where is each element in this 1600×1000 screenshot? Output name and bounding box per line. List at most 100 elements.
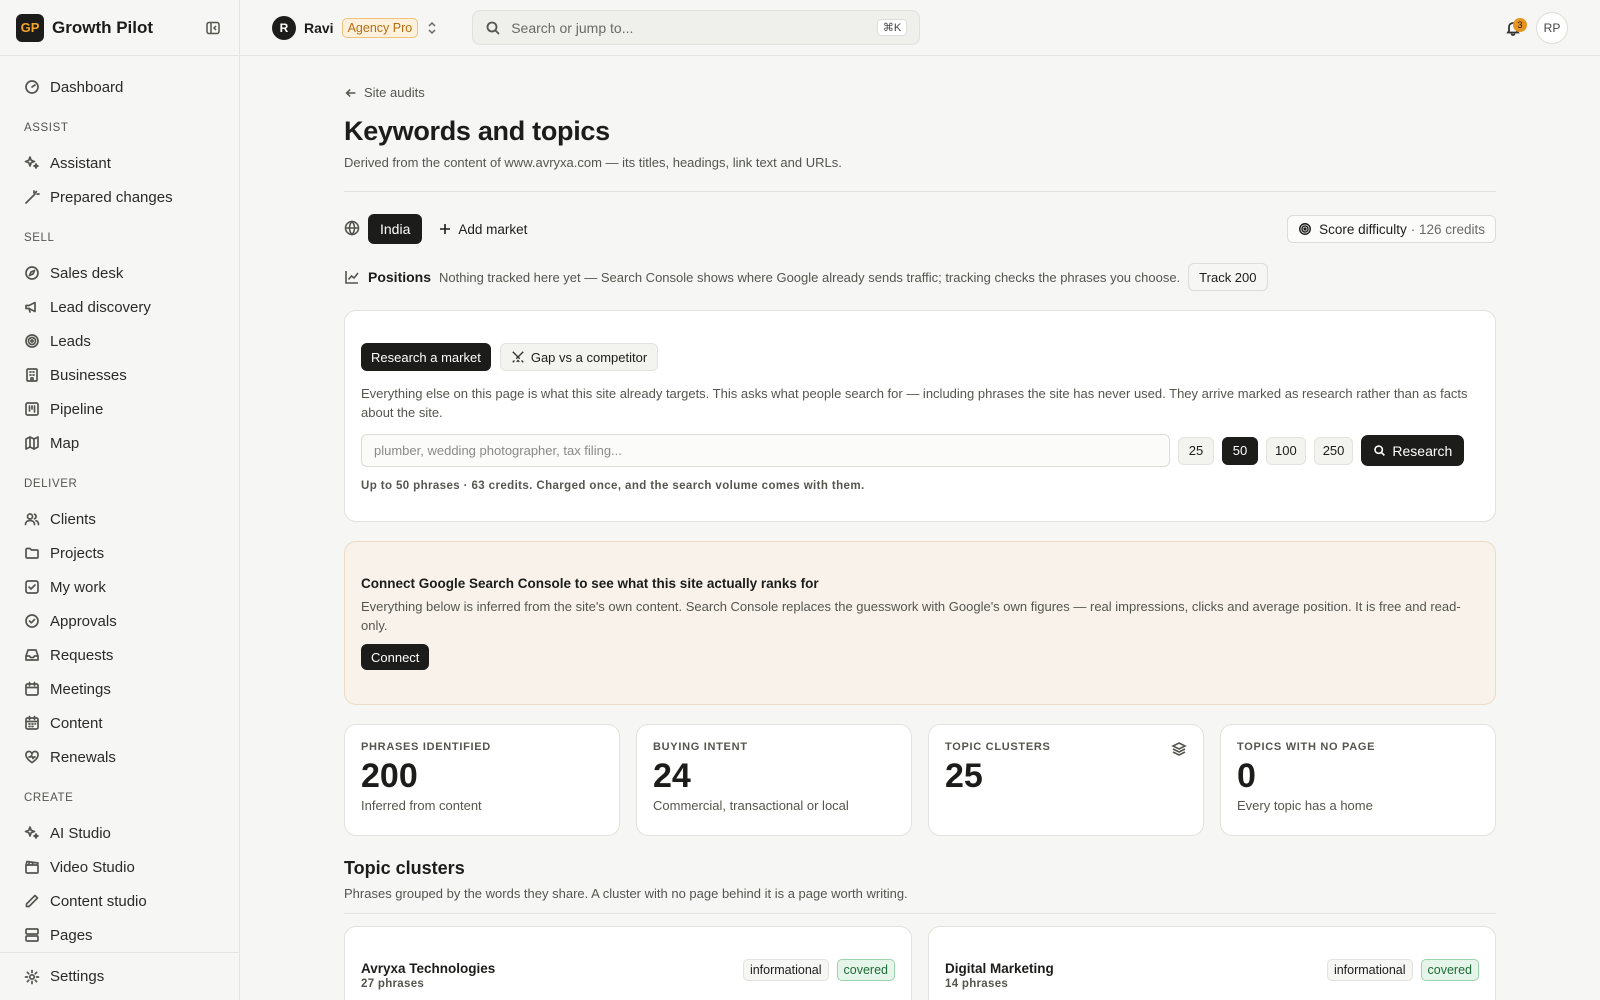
workspace-name[interactable]: Ravi <box>304 20 334 36</box>
cluster-card[interactable]: Avryxa Technologies 27 phrases informati… <box>344 926 912 1000</box>
add-market-label: Add market <box>458 221 528 237</box>
kanban-icon <box>25 402 39 416</box>
sidebar-item-sales-desk[interactable]: Sales desk <box>16 256 223 290</box>
sidebar-nav: Dashboard ASSIST Assistant Prepared chan… <box>0 56 239 952</box>
status-badge: covered <box>836 959 895 981</box>
track-button[interactable]: Track 200 <box>1188 263 1268 291</box>
research-controls: 25 50 100 250 Research <box>361 434 1479 467</box>
sidebar-item-content[interactable]: Content <box>16 706 223 740</box>
stat-value: 25 <box>945 757 983 795</box>
gear-icon <box>24 969 40 984</box>
sidebar-item-label: Lead discovery <box>50 298 151 316</box>
market-tab-india[interactable]: India <box>368 214 423 244</box>
sidebar-item-label: Clients <box>50 510 96 528</box>
gauge-icon <box>25 80 39 94</box>
swords-icon <box>512 351 524 363</box>
sidebar-item-approvals[interactable]: Approvals <box>16 604 223 638</box>
divider <box>344 191 1496 192</box>
breadcrumb[interactable]: Site audits <box>344 85 1496 100</box>
search-bar[interactable]: Search or jump to... ⌘K <box>472 10 921 45</box>
sidebar-item-dashboard[interactable]: Dashboard <box>16 70 223 104</box>
gsc-title: Connect Google Search Console to see wha… <box>361 576 819 591</box>
brand-logo[interactable]: GP <box>16 13 44 42</box>
sidebar-item-ai-studio[interactable]: AI Studio <box>16 816 223 850</box>
search-icon <box>1374 445 1386 456</box>
sidebar-item-lead-discovery[interactable]: Lead discovery <box>16 290 223 324</box>
sidebar-item-clients[interactable]: Clients <box>16 502 223 536</box>
sidebar-item-my-work[interactable]: My work <box>16 570 223 604</box>
sidebar-item-label: Renewals <box>50 748 116 766</box>
cluster-badges: informational covered <box>1326 959 1479 981</box>
research-button-label: Research <box>1392 442 1453 459</box>
divider <box>344 913 1496 914</box>
positions-label: Positions <box>368 269 432 285</box>
tab-research-market[interactable]: Research a market <box>361 343 491 371</box>
nav-section-deliver: DELIVER <box>24 478 78 490</box>
sidebar-item-pages[interactable]: Pages <box>16 918 223 952</box>
research-card: Research a market Gap vs a competitor Ev… <box>344 310 1496 522</box>
section-title: Topic clusters <box>344 858 465 878</box>
research-input[interactable] <box>361 434 1170 467</box>
sidebar-item-content-studio[interactable]: Content studio <box>16 884 223 918</box>
gsc-description: Everything below is inferred from the si… <box>361 599 1461 633</box>
sidebar-item-video-studio[interactable]: Video Studio <box>16 850 223 884</box>
sidebar-item-pipeline[interactable]: Pipeline <box>16 392 223 426</box>
compass-icon <box>25 266 39 280</box>
sidebar-collapse-button[interactable] <box>203 18 223 38</box>
sidebar-item-label: Businesses <box>50 366 127 384</box>
count-option-100[interactable]: 100 <box>1266 436 1306 465</box>
sparkles-icon <box>24 826 39 839</box>
sidebar-item-renewals[interactable]: Renewals <box>16 740 223 774</box>
breadcrumb-link[interactable]: Site audits <box>364 85 425 100</box>
brand: GP Growth Pilot <box>0 0 239 56</box>
stat-topics-no-page: TOPICS WITH NO PAGE 0 Every topic has a … <box>1220 724 1496 836</box>
line-chart-icon <box>345 271 359 284</box>
tab-gap-competitor[interactable]: Gap vs a competitor <box>499 343 659 371</box>
sidebar-item-leads[interactable]: Leads <box>16 324 223 358</box>
research-button[interactable]: Research <box>1361 435 1465 466</box>
workspace-switcher[interactable] <box>426 21 440 35</box>
sidebar-item-businesses[interactable]: Businesses <box>16 358 223 392</box>
brand-name[interactable]: Growth Pilot <box>52 18 153 38</box>
gsc-callout: Connect Google Search Console to see wha… <box>344 541 1496 705</box>
sidebar-item-assistant[interactable]: Assistant <box>16 146 223 180</box>
target-icon <box>25 334 39 348</box>
score-difficulty-button[interactable]: Score difficulty · 126 credits <box>1287 215 1496 243</box>
cluster-card[interactable]: Digital Marketing 14 phrases information… <box>928 926 1496 1000</box>
sidebar-item-settings[interactable]: Settings <box>16 960 104 994</box>
research-description: Everything else on this page is what thi… <box>361 386 1468 420</box>
connect-button[interactable]: Connect <box>361 644 430 670</box>
nav-section-create: CREATE <box>24 792 74 804</box>
sidebar-footer: Settings <box>0 952 239 1000</box>
count-option-25[interactable]: 25 <box>1178 436 1214 465</box>
stat-value: 200 <box>361 757 418 795</box>
globe-icon <box>344 219 360 239</box>
sidebar-item-map[interactable]: Map <box>16 426 223 460</box>
count-option-250[interactable]: 250 <box>1313 436 1354 465</box>
notifications-button[interactable]: 3 <box>1502 17 1527 39</box>
sidebar-item-projects[interactable]: Projects <box>16 536 223 570</box>
page-subtitle: Derived from the content of www.avryxa.c… <box>344 155 842 170</box>
positions-row: Positions Nothing tracked here yet — Sea… <box>344 263 1496 291</box>
folder-icon <box>25 547 39 559</box>
heart-icon <box>25 750 39 764</box>
check-circle-icon <box>25 614 39 628</box>
building-icon <box>26 368 38 382</box>
sidebar-item-requests[interactable]: Requests <box>16 638 223 672</box>
sidebar-item-prepared-changes[interactable]: Prepared changes <box>16 180 223 214</box>
sidebar-item-label: Leads <box>50 332 91 350</box>
workspace-avatar[interactable]: R <box>272 15 296 40</box>
user-avatar[interactable]: RP <box>1536 11 1568 44</box>
sidebar-item-meetings[interactable]: Meetings <box>16 672 223 706</box>
calendar-grid-icon <box>25 715 39 730</box>
stat-caption: Inferred from content <box>361 798 482 813</box>
add-market-button[interactable]: Add market <box>438 222 527 237</box>
stat-value: 0 <box>1237 757 1256 795</box>
layout-icon <box>25 928 39 942</box>
main-content: Site audits Keywords and topics Derived … <box>344 56 1496 1000</box>
sidebar-item-label: Prepared changes <box>50 188 173 206</box>
sidebar-item-label: Settings <box>50 968 105 985</box>
sidebar-item-label: Assistant <box>50 154 111 172</box>
count-option-50[interactable]: 50 <box>1222 436 1258 465</box>
pen-icon <box>25 894 39 908</box>
